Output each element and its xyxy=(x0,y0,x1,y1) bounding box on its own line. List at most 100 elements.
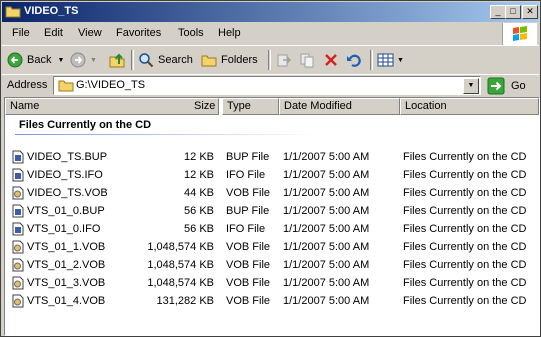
menu-favorites[interactable]: Favorites xyxy=(116,27,161,39)
file-row[interactable]: VTS_01_2.VOB 1,048,574 KB VOB File 1/1/2007… xyxy=(5,256,539,274)
file-location: Files Currently on the CD xyxy=(403,241,527,253)
column-header-size[interactable]: Size xyxy=(194,100,215,112)
file-row[interactable]: VIDEO_TS.IFO 12 KB IFO File 1/1/2007 5:00 A… xyxy=(5,166,539,184)
file-name: VTS_01_2.VOB xyxy=(27,259,106,271)
column-header-date-modified[interactable]: Date Modified xyxy=(279,98,400,115)
go-label: Go xyxy=(511,79,526,92)
views-dropdown-icon[interactable]: ▼ xyxy=(397,57,404,64)
column-header-name[interactable]: Name xyxy=(5,98,219,115)
file-date-modified: 1/1/2007 5:00 AM xyxy=(283,223,370,235)
views-grid-icon xyxy=(377,53,394,67)
file-date-modified: 1/1/2007 5:00 AM xyxy=(283,151,370,163)
folders-label: Folders xyxy=(221,54,258,66)
window-title: VIDEO_TS xyxy=(24,5,79,17)
file-type: BUP File xyxy=(226,205,270,217)
up-folder-icon xyxy=(109,53,125,68)
toolbar-separator xyxy=(131,50,134,70)
file-list[interactable]: Name Type Date Modified Location Size Fi… xyxy=(4,97,540,336)
file-location: Files Currently on the CD xyxy=(403,205,527,217)
go-button[interactable]: Go xyxy=(487,76,526,95)
move-to-icon xyxy=(277,54,292,67)
copy-to-button[interactable] xyxy=(299,50,315,70)
menu-edit[interactable]: Edit xyxy=(44,27,63,39)
file-location: Files Currently on the CD xyxy=(403,169,527,181)
back-arrow-icon xyxy=(7,52,23,68)
search-button[interactable]: Search xyxy=(138,50,193,70)
maximize-button[interactable]: □ xyxy=(505,5,521,19)
forward-dropdown-icon[interactable]: ▼ xyxy=(90,57,97,64)
copy-to-icon xyxy=(300,53,314,68)
undo-button[interactable] xyxy=(346,50,362,70)
file-type: VOB File xyxy=(226,295,271,307)
vob-file-icon xyxy=(12,276,24,290)
title-bar[interactable]: VIDEO_TS _ □ ✕ xyxy=(2,2,539,22)
file-row[interactable]: VIDEO_TS.VOB 44 KB VOB File 1/1/2007 5:00 A… xyxy=(5,184,539,202)
file-location: Files Currently on the CD xyxy=(403,277,527,289)
file-row[interactable]: VTS_01_3.VOB 1,048,574 KB VOB File 1/1/2007… xyxy=(5,274,539,292)
close-button[interactable]: ✕ xyxy=(522,5,538,19)
address-dropdown-icon[interactable]: ▼ xyxy=(463,78,479,94)
back-button[interactable]: Back ▼ xyxy=(7,50,64,70)
file-date-modified: 1/1/2007 5:00 AM xyxy=(283,187,370,199)
back-dropdown-icon[interactable]: ▼ xyxy=(57,57,64,64)
file-name: VIDEO_TS.VOB xyxy=(27,187,108,199)
file-date-modified: 1/1/2007 5:00 AM xyxy=(283,277,370,289)
file-date-modified: 1/1/2007 5:00 AM xyxy=(283,259,370,271)
file-location: Files Currently on the CD xyxy=(403,259,527,271)
file-type: VOB File xyxy=(226,259,271,271)
views-button[interactable]: ▼ xyxy=(377,50,404,70)
vob-file-icon xyxy=(12,294,24,308)
delete-button[interactable] xyxy=(323,50,339,70)
forward-arrow-icon xyxy=(70,52,86,68)
search-icon xyxy=(139,53,154,68)
ifo-file-icon xyxy=(12,204,24,218)
ifo-file-icon xyxy=(12,150,24,164)
folders-icon xyxy=(201,55,217,67)
move-to-button[interactable] xyxy=(276,50,292,70)
menu-tools[interactable]: Tools xyxy=(178,27,204,39)
column-header-location[interactable]: Location xyxy=(400,98,539,115)
file-size: 12 KB xyxy=(184,151,214,163)
go-arrow-icon xyxy=(487,77,505,94)
up-folder-button[interactable] xyxy=(108,50,126,70)
folders-button[interactable]: Folders xyxy=(201,50,258,70)
column-headers: Name Type Date Modified Location Size xyxy=(5,98,539,115)
menu-file[interactable]: File xyxy=(12,27,30,39)
file-row[interactable]: VIDEO_TS.BUP 12 KB BUP File 1/1/2007 5:00 A… xyxy=(5,148,539,166)
file-date-modified: 1/1/2007 5:00 AM xyxy=(283,169,370,181)
vob-file-icon xyxy=(12,186,24,200)
file-type: VOB File xyxy=(226,277,271,289)
folder-icon xyxy=(58,80,74,92)
forward-button[interactable]: ▼ xyxy=(70,50,97,70)
file-row[interactable]: VTS_01_4.VOB 131,282 KB VOB File 1/1/2007 5… xyxy=(5,292,539,310)
file-size: 1,048,574 KB xyxy=(147,277,214,289)
address-field[interactable]: G:\VIDEO_TS ▼ xyxy=(53,76,481,95)
file-size: 44 KB xyxy=(184,187,214,199)
file-size: 131,282 KB xyxy=(156,295,215,307)
file-name: VTS_01_4.VOB xyxy=(27,295,106,307)
windows-flag-icon xyxy=(513,26,527,41)
toolbar: Back ▼ ▼ Search Folders ▼ xyxy=(2,45,539,75)
explorer-window: VIDEO_TS _ □ ✕ File Edit View Favorites … xyxy=(0,0,541,337)
menu-help[interactable]: Help xyxy=(218,27,241,39)
minimize-button[interactable]: _ xyxy=(490,5,506,19)
ifo-file-icon xyxy=(12,168,24,182)
windows-logo xyxy=(502,23,537,45)
file-row[interactable]: VTS_01_1.VOB 1,048,574 KB VOB File 1/1/2007… xyxy=(5,238,539,256)
vob-file-icon xyxy=(12,240,24,254)
column-header-type[interactable]: Type xyxy=(222,98,279,115)
group-header[interactable]: Files Currently on the CD xyxy=(19,119,151,131)
file-name: VIDEO_TS.BUP xyxy=(27,151,108,163)
file-location: Files Currently on the CD xyxy=(403,187,527,199)
delete-x-icon xyxy=(325,54,337,66)
toolbar-separator xyxy=(268,50,271,70)
file-size: 56 KB xyxy=(184,205,214,217)
search-label: Search xyxy=(158,54,193,66)
file-type: VOB File xyxy=(226,187,271,199)
file-row[interactable]: VTS_01_0.IFO 56 KB IFO File 1/1/2007 5:00 A… xyxy=(5,220,539,238)
file-row[interactable]: VTS_01_0.BUP 56 KB BUP File 1/1/2007 5:00 A… xyxy=(5,202,539,220)
file-size: 1,048,574 KB xyxy=(147,241,214,253)
folder-icon xyxy=(5,6,21,18)
ifo-file-icon xyxy=(12,222,24,236)
menu-view[interactable]: View xyxy=(78,27,102,39)
